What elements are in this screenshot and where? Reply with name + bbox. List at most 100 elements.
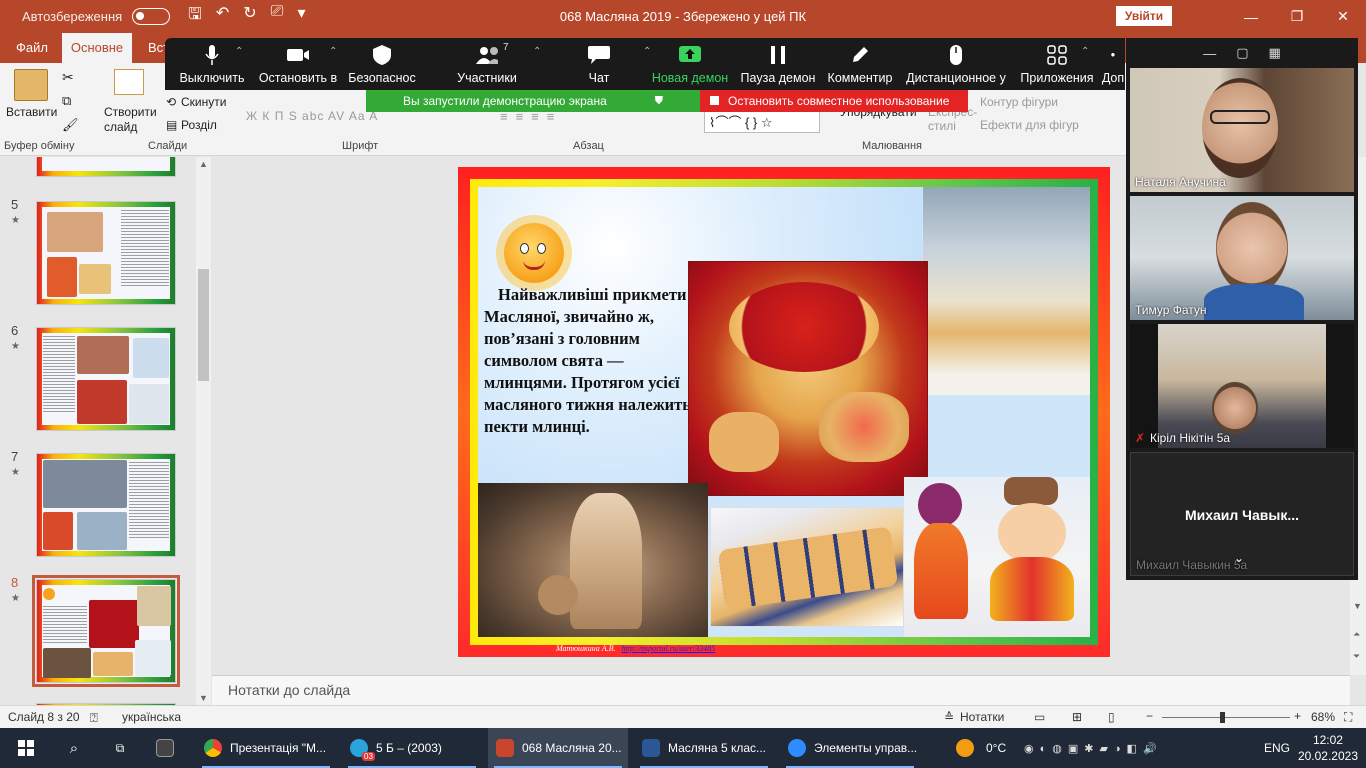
remote-control-button[interactable]: Дистанционное у: [906, 38, 1006, 90]
zoom-slider[interactable]: [1162, 712, 1290, 723]
thumbnail-slide-5[interactable]: [36, 201, 176, 305]
video-options-caret-icon[interactable]: ⌃: [329, 46, 337, 57]
save-icon[interactable]: 🖫: [188, 3, 202, 30]
zoom-slider-knob[interactable]: [1220, 712, 1225, 723]
apps-caret-icon[interactable]: ⌃: [1081, 46, 1089, 57]
taskbar-app-powerpoint[interactable]: 068 Масляна 20...: [488, 728, 628, 768]
scroll-down-chevron-icon[interactable]: ⌄: [1234, 551, 1244, 565]
stop-share-button[interactable]: Остановить совместное использование: [700, 90, 968, 112]
slideshow-icon[interactable]: ⎚: [271, 3, 284, 30]
undo-icon[interactable]: ↶: [216, 3, 229, 30]
pancake-tower-photo[interactable]: [923, 187, 1090, 395]
thumbnails-scrollbar[interactable]: ▲ ▼: [196, 157, 211, 705]
format-painter-icon[interactable]: 🖌: [62, 117, 79, 133]
thumbnail-number: 7: [11, 449, 19, 464]
slide-thumbnails-pane: 5 ★ 6 ★ 7 ★ 8 ★: [0, 157, 212, 705]
current-slide[interactable]: Найважливіші прикмети Масляної, звичайно…: [458, 167, 1110, 657]
pancakes-with-caviar-photo[interactable]: [688, 261, 928, 496]
single-view-icon[interactable]: ▢: [1236, 45, 1248, 61]
audio-options-caret-icon[interactable]: ⌃: [235, 46, 243, 57]
new-slide-icon[interactable]: [114, 69, 144, 95]
thumbnail-slide-8[interactable]: [32, 575, 180, 687]
new-slide-button[interactable]: Створити слайд: [104, 105, 160, 135]
notes-toggle-button[interactable]: Нотатки: [960, 710, 1004, 724]
scroll-up-icon[interactable]: ▲: [199, 159, 208, 169]
slide-sorter-icon[interactable]: ⊞: [1072, 710, 1082, 724]
taskbar-clock[interactable]: 12:02 20.02.2023: [1298, 732, 1358, 764]
shape-outline-button[interactable]: Контур фігури: [980, 95, 1058, 109]
thumbnail-slide-7[interactable]: [36, 453, 176, 557]
tab-file[interactable]: Файл: [10, 33, 54, 63]
taskbar-app-word[interactable]: Масляна 5 клас...: [634, 728, 774, 768]
fit-to-window-icon[interactable]: ⛶: [1344, 710, 1352, 725]
zoom-in-icon[interactable]: +: [1294, 709, 1301, 723]
input-language[interactable]: ENG: [1264, 728, 1290, 768]
language-indicator[interactable]: українська: [122, 710, 181, 724]
shape-effects-button[interactable]: Ефекти для фігур: [980, 118, 1079, 132]
font-format-buttons[interactable]: Ж К П S abc AV Aa A: [246, 109, 378, 123]
participant-video[interactable]: Кірiл Нікітін 5а ✗: [1130, 324, 1354, 448]
chat-button[interactable]: Чат: [581, 38, 617, 90]
scroll-down-icon[interactable]: ▼: [1353, 601, 1362, 611]
paste-icon[interactable]: [14, 69, 48, 101]
thumbnail-slide-4[interactable]: [36, 157, 176, 177]
reset-button[interactable]: Скинути: [181, 95, 226, 109]
section-button[interactable]: Розділ: [181, 118, 217, 132]
security-button[interactable]: Безопаснос: [348, 38, 416, 90]
calculator-icon[interactable]: [150, 728, 180, 768]
shapes-gallery[interactable]: ⌇⌒⌒ { } ☆: [704, 111, 820, 133]
autosave-toggle[interactable]: [132, 8, 171, 25]
windows-start-icon[interactable]: [12, 728, 40, 768]
signin-button[interactable]: Увійти: [1116, 6, 1172, 26]
thumbnail-slide-6[interactable]: [36, 327, 176, 431]
notes-pane[interactable]: Нотатки до слайда: [212, 675, 1350, 705]
new-share-button[interactable]: Новая демон: [651, 38, 729, 90]
restore-button[interactable]: ❐: [1274, 0, 1320, 33]
task-view-icon[interactable]: ⧉: [106, 728, 134, 768]
paste-button[interactable]: Вставити: [6, 105, 57, 119]
pause-share-button[interactable]: Пауза демон: [741, 38, 815, 90]
thumbnail-number: 8: [11, 575, 19, 590]
accessibility-icon[interactable]: ⍰: [90, 710, 98, 726]
reading-view-icon[interactable]: ▯: [1108, 710, 1115, 724]
tab-home[interactable]: Основне: [62, 33, 132, 63]
cut-icon[interactable]: ✂: [62, 69, 74, 86]
apps-icon: [1046, 45, 1068, 65]
customize-icon[interactable]: ▾: [297, 3, 305, 30]
copy-icon[interactable]: ⧉: [62, 93, 71, 109]
participant-tile-no-video[interactable]: Михаил Чавык... Михаил Чавыкин 5а ⌄: [1130, 452, 1354, 576]
gallery-view-icon[interactable]: ▦: [1269, 45, 1281, 61]
participant-video[interactable]: Тимур Фатун: [1130, 196, 1354, 320]
annotate-button[interactable]: Комментир: [827, 38, 893, 90]
taskbar-app-chrome[interactable]: Презентація "М...: [196, 728, 336, 768]
previous-slide-icon[interactable]: ⏶: [1353, 629, 1360, 640]
blini-with-berries-photo[interactable]: [710, 507, 904, 627]
clipboard-group-label: Буфер обміну: [4, 140, 75, 152]
search-icon[interactable]: ⌕: [60, 728, 88, 768]
thumbnail-number: 6: [11, 323, 19, 338]
next-slide-icon[interactable]: ⏷: [1353, 651, 1360, 662]
taskbar-app-telegram[interactable]: 5 Б – (2003) 03: [342, 728, 482, 768]
system-tray-icons[interactable]: ◉◐◍▣✱▰◑◧🔊: [1024, 728, 1163, 768]
minimize-button[interactable]: —: [1228, 0, 1274, 33]
more-button[interactable]: • Доп: [1101, 38, 1125, 90]
folk-characters-image[interactable]: [904, 477, 1090, 637]
participants-caret-icon[interactable]: ⌃: [533, 46, 541, 57]
stop-video-button[interactable]: Остановить в: [259, 38, 337, 90]
sun-eye: [537, 243, 546, 254]
slide-main-text[interactable]: Найважливіші прикмети Масляної, звичайно…: [484, 284, 696, 438]
zoom-level[interactable]: 68%: [1311, 710, 1335, 724]
footer-link[interactable]: http://nsportal.ru/user/33485: [622, 644, 716, 653]
scroll-thumb[interactable]: [198, 269, 209, 381]
taskbar-app-zoom[interactable]: Элементы управ...: [780, 728, 920, 768]
close-button[interactable]: ✕: [1320, 0, 1366, 33]
zoom-out-icon[interactable]: −: [1146, 709, 1153, 723]
scroll-down-icon[interactable]: ▼: [199, 693, 208, 703]
normal-view-icon[interactable]: ▭: [1034, 710, 1045, 724]
pancake-doll-photo[interactable]: [478, 483, 708, 637]
redo-icon[interactable]: ↻: [243, 3, 256, 30]
temperature[interactable]: 0°C: [986, 728, 1006, 768]
minimize-panel-icon[interactable]: —: [1203, 46, 1216, 61]
weather-icon[interactable]: [956, 728, 980, 768]
participant-video[interactable]: Наталя Анучина: [1130, 68, 1354, 192]
